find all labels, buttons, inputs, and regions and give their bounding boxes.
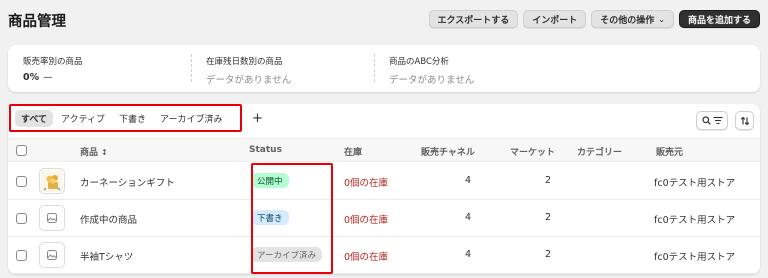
row-checkbox[interactable] (16, 213, 27, 224)
more-actions-button[interactable]: その他の操作 ⌄ (591, 10, 674, 28)
stat-value: データがありません (389, 75, 475, 86)
inventory-count: 0個の在庫 (344, 178, 389, 189)
column-vendor: 販売元 (656, 148, 684, 158)
product-name[interactable]: カーネーションギフト (80, 175, 175, 189)
product-thumbnail (39, 168, 65, 194)
search-icon (701, 116, 711, 125)
row-checkbox[interactable] (16, 250, 27, 261)
filter-icon (713, 116, 722, 125)
export-label: エクスポートする (437, 15, 510, 26)
stat-label: 商品のABC分析 (389, 57, 449, 67)
stat-value: 0% — (23, 72, 191, 83)
column-product[interactable]: 商品 ↕ (80, 145, 108, 158)
table-header: 商品 ↕ Status 在庫 販売チャネル マーケット カテゴリー 販売元 (8, 138, 760, 162)
channel-count: 4 (465, 175, 472, 186)
table-row[interactable]: 半袖Tシャツ アーカイブ済み 0個の在庫 4 2 fc0テスト用ストア (8, 237, 760, 274)
row-checkbox[interactable] (16, 176, 27, 187)
header-actions: エクスポートする インポート その他の操作 ⌄ 商品を追加する (428, 10, 760, 28)
stat-label: 在庫残日数別の商品 (206, 57, 283, 67)
carnation-image (41, 170, 63, 192)
sort-button[interactable] (735, 111, 754, 130)
column-category: カテゴリー (577, 148, 623, 158)
product-name[interactable]: 作成中の商品 (80, 212, 137, 226)
analytics-card: 販売率別の商品 0% — 在庫残日数別の商品 データがありません 商品のABC分析… (8, 45, 760, 92)
add-product-button[interactable]: 商品を追加する (678, 10, 760, 28)
inventory-count: 0個の在庫 (344, 215, 389, 226)
image-placeholder-icon (47, 213, 57, 223)
stat-label: 販売率別の商品 (23, 57, 83, 67)
stat-sell-through[interactable]: 販売率別の商品 0% — (8, 45, 191, 92)
stat-days-of-inventory[interactable]: 在庫残日数別の商品 データがありません (191, 45, 374, 92)
channel-count: 4 (465, 249, 472, 260)
market-count: 2 (545, 175, 552, 186)
import-label: インポート (532, 15, 578, 26)
tab-bar: すべて アクティブ 下書き アーカイブ済み + (8, 104, 760, 136)
vendor-name: fc0テスト用ストア (654, 215, 736, 226)
inventory-count: 0個の在庫 (344, 252, 389, 263)
market-count: 2 (545, 212, 552, 223)
stat-dash: — (43, 72, 53, 83)
table-row[interactable]: 作成中の商品 下書き 0個の在庫 4 2 fc0テスト用ストア (8, 200, 760, 237)
stat-value: データがありません (206, 75, 292, 86)
column-product-label: 商品 (80, 148, 99, 158)
vendor-name: fc0テスト用ストア (654, 252, 736, 263)
products-table-card: すべて アクティブ 下書き アーカイブ済み + 商品 ↕ Status 在庫 販売… (8, 104, 760, 274)
product-name[interactable]: 半袖Tシャツ (80, 249, 133, 263)
more-actions-label: その他の操作 (600, 15, 655, 26)
tab-active[interactable]: アクティブ (55, 110, 111, 127)
sort-arrows-icon: ↕ (101, 148, 108, 157)
select-all-checkbox[interactable] (16, 145, 27, 156)
search-filter-button[interactable] (696, 111, 728, 130)
stat-abc-analysis[interactable]: 商品のABC分析 データがありません (374, 45, 557, 92)
status-badge: 公開中 (251, 173, 289, 188)
chevron-down-icon: ⌄ (658, 14, 665, 24)
product-thumbnail (39, 205, 65, 231)
status-badge: 下書き (251, 210, 289, 225)
import-button[interactable]: インポート (523, 10, 587, 28)
tab-draft[interactable]: 下書き (113, 110, 152, 127)
column-sales-channels: 販売チャネル (421, 148, 475, 158)
product-thumbnail (39, 242, 65, 268)
page-title: 商品管理 (8, 14, 66, 30)
table-row[interactable]: カーネーションギフト 公開中 0個の在庫 4 2 fc0テスト用ストア (8, 163, 760, 200)
export-button[interactable]: エクスポートする (428, 10, 519, 28)
tabs-highlight: すべて アクティブ 下書き アーカイブ済み (9, 104, 242, 132)
add-view-button[interactable]: + (252, 111, 263, 126)
channel-count: 4 (465, 212, 472, 223)
column-status: Status (249, 145, 282, 155)
image-placeholder-icon (47, 250, 57, 260)
tab-all[interactable]: すべて (15, 109, 54, 127)
tab-archived[interactable]: アーカイブ済み (154, 110, 228, 127)
market-count: 2 (545, 249, 552, 260)
column-markets: マーケット (510, 148, 556, 158)
stat-percent: 0% (23, 72, 40, 83)
sort-icon (740, 116, 749, 125)
add-product-label: 商品を追加する (687, 15, 751, 26)
status-badge: アーカイブ済み (251, 247, 322, 262)
column-inventory: 在庫 (344, 148, 363, 158)
vendor-name: fc0テスト用ストア (654, 178, 736, 189)
